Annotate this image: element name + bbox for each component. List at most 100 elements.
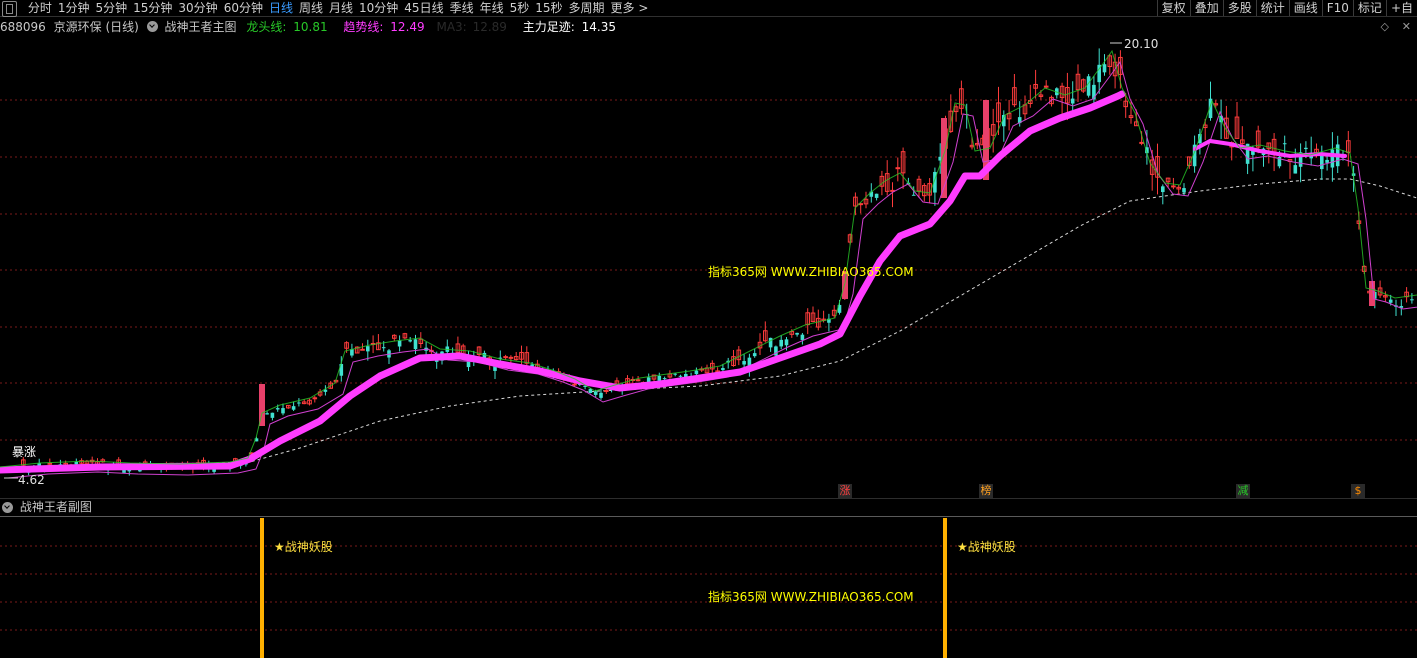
candle-body <box>508 356 514 359</box>
candle-body <box>1161 186 1165 193</box>
tool-button[interactable]: 复权 <box>1156 0 1190 16</box>
expand-icon[interactable]: ◇ <box>1380 18 1388 36</box>
period-tab[interactable]: 5分钟 <box>92 0 130 16</box>
trend-line-path <box>0 90 1126 474</box>
candle-body <box>604 390 609 393</box>
tag-reduce[interactable]: 减 <box>1236 484 1250 498</box>
menu-icon[interactable] <box>2 1 17 17</box>
period-tab[interactable]: 月线 <box>326 0 356 16</box>
candle-body <box>694 370 699 375</box>
tag-rank[interactable]: 榜 <box>979 484 993 498</box>
tool-button[interactable]: 多股 <box>1222 0 1256 16</box>
tool-button[interactable]: F10 <box>1321 0 1353 16</box>
white-dashed-line <box>0 178 1417 469</box>
indicator-dropdown-icon[interactable] <box>146 21 158 32</box>
period-tab[interactable]: 10分钟 <box>356 0 401 16</box>
tool-button[interactable]: 画线 <box>1288 0 1322 16</box>
candle-body <box>874 193 879 198</box>
sub-indicator-dropdown-icon[interactable] <box>2 502 13 513</box>
signal-bar <box>260 518 264 658</box>
period-tab[interactable]: 日线 <box>266 0 296 16</box>
candle-body <box>1139 141 1144 144</box>
period-tab[interactable]: 30分钟 <box>175 0 220 16</box>
candle-body <box>381 347 386 349</box>
tag-rise[interactable]: 涨 <box>838 484 852 498</box>
candle-body <box>408 340 412 342</box>
candle-body <box>1304 147 1308 150</box>
candle-body <box>662 378 667 380</box>
period-toolbar: 分时 1分钟 5分钟 15分钟 30分钟 60分钟 日线 周线 月线 10分钟 45日线 季线 年线 5秒… <box>0 0 1417 17</box>
candle-body <box>397 340 402 347</box>
period-tab[interactable]: 5秒 <box>507 0 533 16</box>
main-watermark: 指标365网 WWW.ZHIBIAO365.COM <box>708 265 914 279</box>
close-icon[interactable]: ✕ <box>1402 18 1411 36</box>
main-force-label: 主力足迹: <box>522 20 575 34</box>
candle-body <box>800 334 805 340</box>
window-controls: ◇ ✕ <box>1371 18 1411 36</box>
period-tab[interactable]: 更多 > <box>608 0 652 16</box>
indicator-name[interactable]: 战神王者主图 <box>165 18 237 36</box>
tool-buttons: 复权 叠加 多股 统计 画线 F10 标记 +自 <box>1156 0 1417 16</box>
candle-body <box>1102 64 1107 73</box>
period-tab[interactable]: 多周期 <box>566 0 608 16</box>
candle-body <box>678 375 683 377</box>
stock-info-bar: 688096 京源环保 (日线) 战神王者主图 龙头线: 10.81 趋势线: … <box>0 18 1417 36</box>
limit-up-candle <box>1369 281 1375 306</box>
tool-button[interactable]: 叠加 <box>1189 0 1223 16</box>
period-tab[interactable]: 分时 <box>25 0 55 16</box>
period-tab[interactable]: 1分钟 <box>55 0 93 16</box>
period-tabs: 分时 1分钟 5分钟 15分钟 30分钟 60分钟 日线 周线 月线 10分钟 45日线 季线 年线 5秒… <box>25 0 652 16</box>
dragon-line <box>0 49 1417 468</box>
candle-body <box>350 349 354 356</box>
candlesticks <box>15 48 1414 476</box>
candle-body <box>572 383 577 386</box>
dragon-line-path <box>0 49 1417 468</box>
period-tab[interactable]: 60分钟 <box>221 0 266 16</box>
tool-button[interactable]: +自 <box>1385 0 1417 16</box>
candle-body <box>275 408 280 410</box>
tool-button[interactable]: 标记 <box>1352 0 1386 16</box>
stock-name: 京源环保 <box>53 20 102 34</box>
candle-body <box>1293 165 1298 174</box>
candle-body <box>895 167 901 170</box>
period-tab[interactable]: 季线 <box>447 0 477 16</box>
candle-body <box>1282 143 1287 145</box>
burst-label: 暴涨 <box>12 445 37 459</box>
candle-body <box>673 373 677 375</box>
trend-line-label: 趋势线: <box>343 20 384 34</box>
signal-bar <box>943 518 947 658</box>
dragon-line-label: 龙头线: <box>246 20 287 34</box>
period-tab[interactable]: 15分钟 <box>130 0 175 16</box>
signal-label: ★战神妖股 <box>274 540 333 554</box>
candle-body <box>270 412 275 418</box>
period-tab[interactable]: 45日线 <box>401 0 446 16</box>
candle-body <box>1070 98 1075 104</box>
candle-body <box>366 346 370 352</box>
candle-body <box>291 406 296 410</box>
period-tab[interactable]: 年线 <box>477 0 507 16</box>
candle-body <box>1410 299 1414 301</box>
candle-body <box>742 361 746 365</box>
candle-body <box>281 408 285 414</box>
candle-body <box>1388 299 1393 303</box>
ma3-value: 12.89 <box>472 20 507 34</box>
period-tab[interactable]: 周线 <box>296 0 326 16</box>
candle-body <box>1086 76 1091 96</box>
candle-body <box>635 379 641 382</box>
candle-body <box>1171 185 1176 188</box>
candle-body <box>265 413 269 415</box>
candle-body <box>297 402 301 404</box>
tag-dollar[interactable]: $ <box>1351 484 1365 498</box>
sub-indicator-name[interactable]: 战神王者副图 <box>20 499 92 515</box>
candle-body <box>779 339 783 347</box>
stock-code: 688096 <box>0 20 46 34</box>
sub-indicator-chart[interactable] <box>0 516 1417 658</box>
sub-chart-header: 战神王者副图 <box>0 499 92 515</box>
candle-body <box>1325 159 1329 163</box>
period-tab[interactable]: 15秒 <box>532 0 565 16</box>
tool-button[interactable]: 统计 <box>1255 0 1289 16</box>
sub-watermark: 指标365网 WWW.ZHIBIAO365.COM <box>708 590 914 604</box>
low-price-label: 4.62 <box>18 473 45 487</box>
high-price-label: 20.10 <box>1124 37 1159 51</box>
dragon-line-value: 10.81 <box>293 20 328 34</box>
